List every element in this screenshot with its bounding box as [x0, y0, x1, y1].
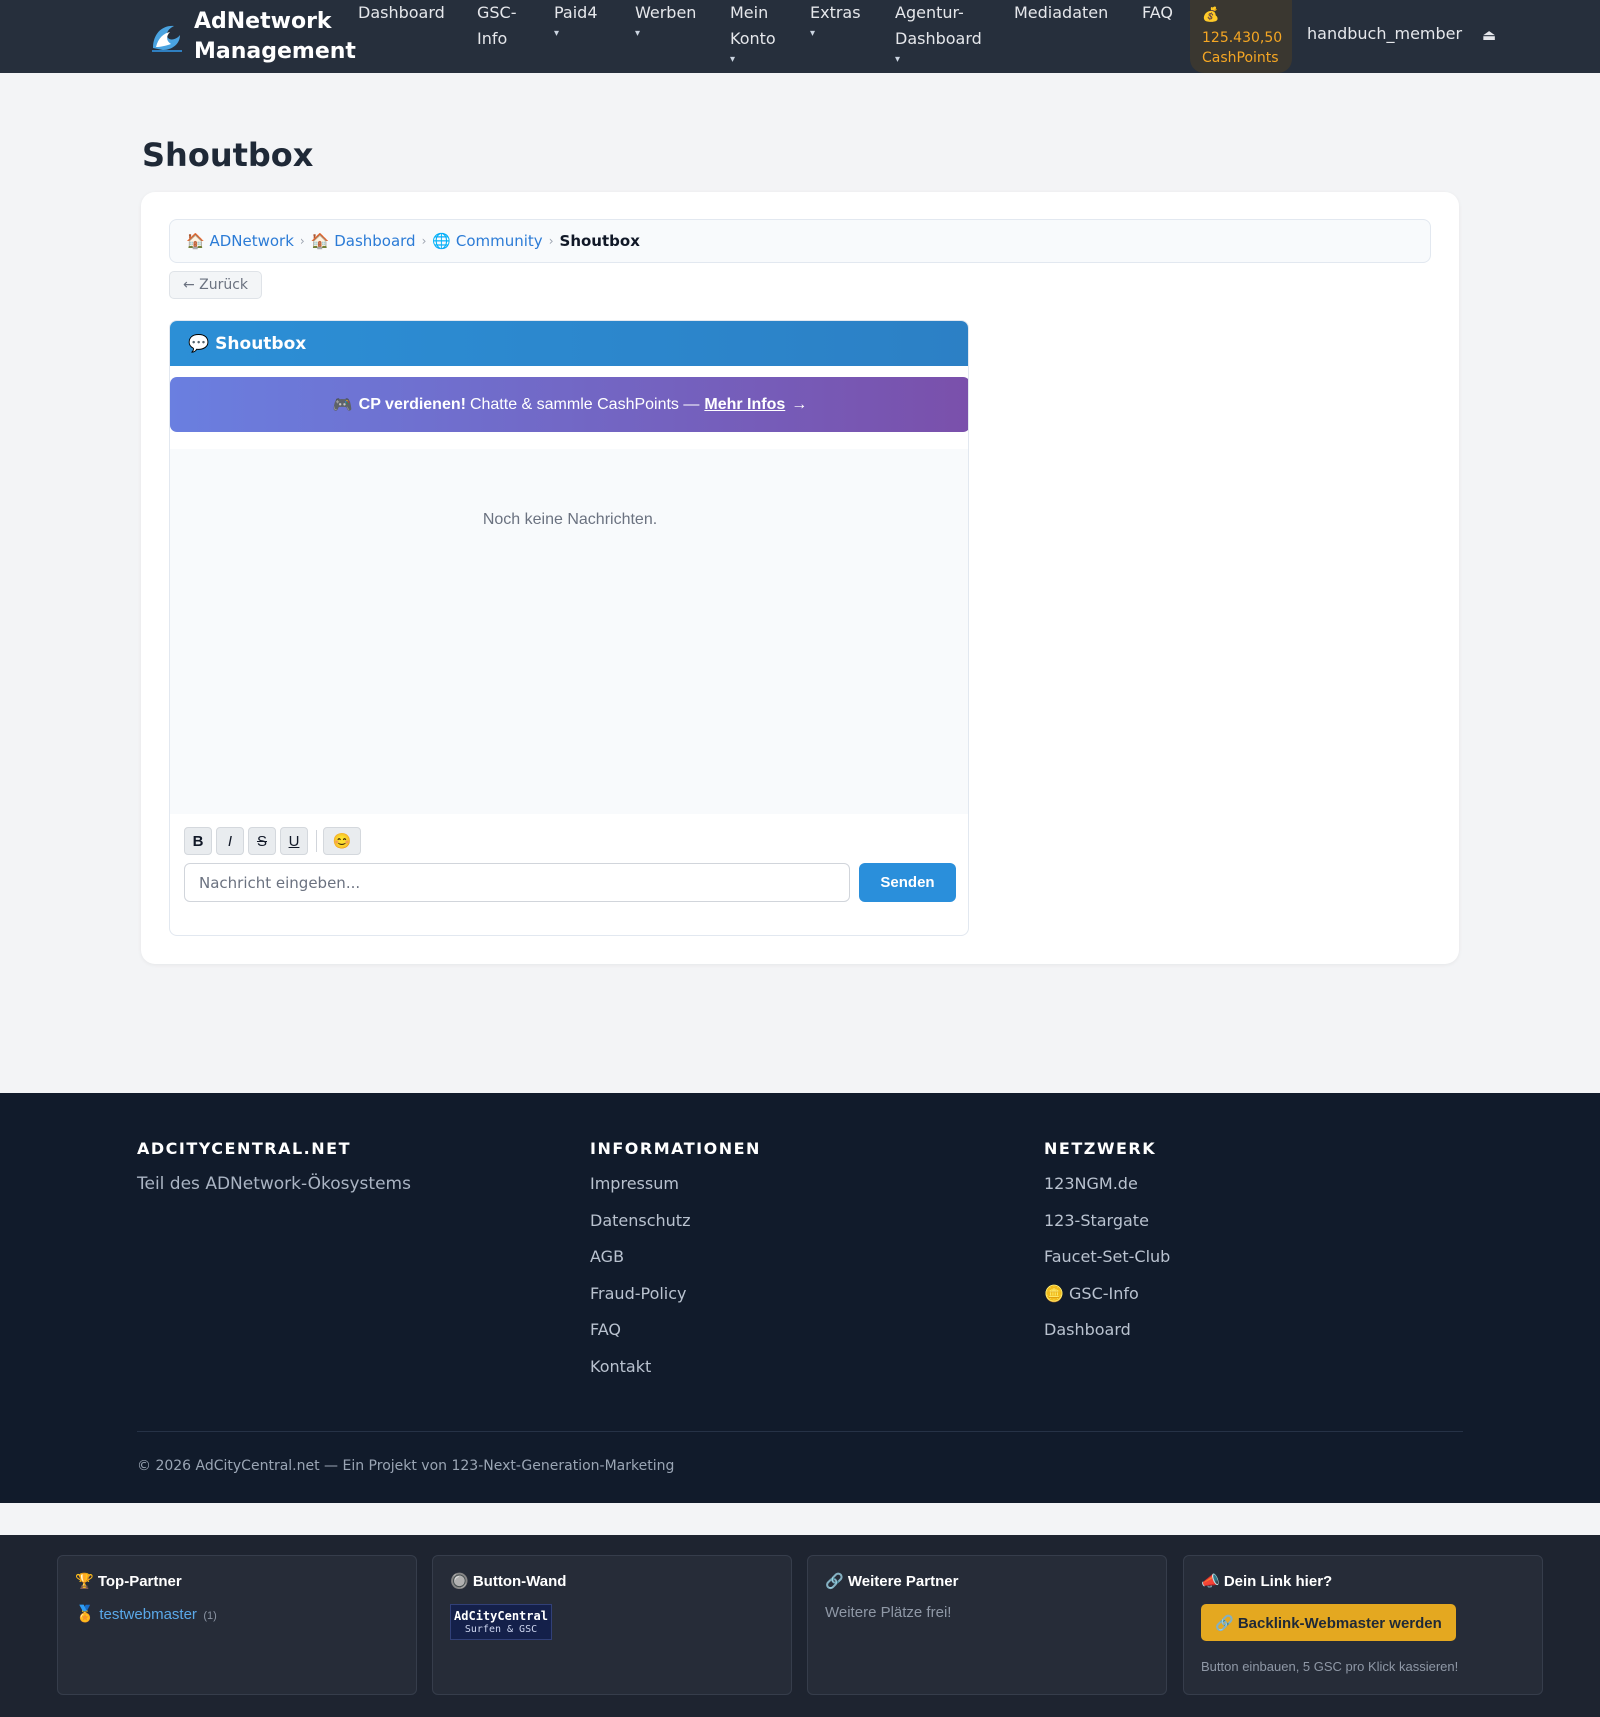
footer-link-impressum[interactable]: Impressum — [590, 1174, 761, 1194]
footer-link-fraud-policy[interactable]: Fraud-Policy — [590, 1284, 761, 1304]
nav-paid4[interactable]: Paid4 ▾ — [554, 0, 598, 42]
nav-werben[interactable]: Werben ▾ — [635, 0, 696, 42]
logout-icon[interactable]: ⏏ — [1482, 26, 1496, 44]
shoutbox-title: Shoutbox — [215, 333, 307, 354]
button-wall-title: 🔘 Button-Wand — [450, 1573, 567, 1590]
toolbar-divider — [316, 830, 317, 852]
strikethrough-button[interactable]: S — [248, 827, 276, 855]
footer-tagline: Teil des ADNetwork-Ökosystems — [137, 1174, 411, 1194]
breadcrumb-separator: › — [421, 234, 427, 248]
copyright: © 2026 AdCityCentral.net — Ein Projekt v… — [137, 1458, 675, 1474]
medal-icon: 🏅 — [75, 1606, 95, 1623]
empty-message: Noch keine Nachrichten. — [482, 511, 658, 528]
nav-mediadaten[interactable]: Mediadaten — [1014, 0, 1108, 26]
italic-button[interactable]: I — [216, 827, 244, 855]
game-controller-icon: 🎮 — [332, 396, 353, 414]
backlink-webmaster-button[interactable]: 🔗 Backlink-Webmaster werden — [1201, 1604, 1456, 1641]
footer-col-info: INFORMATIONEN Impressum Datenschutz AGB … — [590, 1139, 761, 1393]
chevron-down-icon: ▾ — [635, 28, 641, 39]
breadcrumb-adnetwork[interactable]: 🏠 ADNetwork — [186, 232, 294, 250]
footer: ADCITYCENTRAL.NET Teil des ADNetwork-Öko… — [0, 1093, 1600, 1503]
nav-gsc-info[interactable]: GSC-Info — [477, 0, 527, 52]
footer-heading: NETZWERK — [1044, 1139, 1157, 1158]
partner-click-count: (1) — [203, 1610, 217, 1622]
footer-link-agb[interactable]: AGB — [590, 1247, 761, 1267]
footer-link-123-stargate[interactable]: 123-Stargate — [1044, 1211, 1170, 1231]
footer-link-kontakt[interactable]: Kontakt — [590, 1357, 761, 1377]
chevron-down-icon: ▾ — [730, 54, 736, 65]
adcitycentral-banner-button[interactable]: AdCityCentral Surfen & GSC — [450, 1604, 552, 1640]
speech-bubble-icon: 💬 — [188, 333, 210, 354]
your-link-note: Button einbauen, 5 GSC pro Klick kassier… — [1201, 1659, 1459, 1674]
chevron-down-icon: ▾ — [554, 28, 560, 39]
nav-agentur-dashboard[interactable]: Agentur-Dashboard ▾ — [895, 0, 985, 68]
underline-button[interactable]: U — [280, 827, 308, 855]
more-partners-box: 🔗 Weitere Partner Weitere Plätze frei! — [807, 1555, 1167, 1695]
footer-link-dashboard[interactable]: Dashboard — [1044, 1320, 1170, 1340]
top-navbar: AdNetwork Management Dashboard GSC-Info … — [0, 0, 1600, 73]
nav-dashboard[interactable]: Dashboard — [358, 0, 445, 26]
footer-col-network: NETZWERK 123NGM.de 123-Stargate Faucet-S… — [1044, 1139, 1170, 1357]
footer-divider — [137, 1431, 1463, 1432]
your-link-title: 📣 Dein Link hier? — [1201, 1573, 1333, 1590]
shoutbox-panel: 💬 Shoutbox 🎮 CP verdienen! Chatte & samm… — [169, 320, 969, 936]
footer-link-datenschutz[interactable]: Datenschutz — [590, 1211, 761, 1231]
nav-extras[interactable]: Extras ▾ — [810, 0, 861, 42]
banner-bold-text: CP verdienen! — [358, 395, 466, 413]
brand-name: AdNetwork Management — [194, 9, 356, 64]
breadcrumb-current: Shoutbox — [559, 232, 640, 250]
globe-icon: 🌐 — [432, 232, 452, 250]
main-card: 🏠 ADNetwork › 🏠 Dashboard › 🌐 Community … — [141, 192, 1459, 964]
page-title: Shoutbox — [142, 136, 314, 174]
footer-heading: INFORMATIONEN — [590, 1139, 761, 1158]
cp-banner: 🎮 CP verdienen! Chatte & sammle CashPoin… — [170, 377, 968, 432]
chevron-down-icon: ▾ — [895, 54, 901, 65]
emoji-picker-button[interactable]: 😊 — [323, 827, 361, 855]
bold-button[interactable]: B — [184, 827, 212, 855]
more-partners-title: 🔗 Weitere Partner — [825, 1573, 959, 1590]
breadcrumb-dashboard[interactable]: 🏠 Dashboard — [311, 232, 416, 250]
nav-faq[interactable]: FAQ — [1142, 0, 1173, 26]
nav-mein-konto[interactable]: Mein Konto ▾ — [730, 0, 780, 68]
footer-link-faucet-set-club[interactable]: Faucet-Set-Club — [1044, 1247, 1170, 1267]
brand[interactable]: AdNetwork Management — [150, 7, 356, 67]
send-button[interactable]: Senden — [859, 863, 956, 902]
money-bag-icon: 💰 — [1202, 7, 1220, 23]
format-toolbar: B I S U 😊 — [184, 827, 365, 855]
username[interactable]: handbuch_member — [1307, 24, 1462, 43]
breadcrumb-separator: › — [548, 234, 554, 248]
message-list[interactable]: Noch keine Nachrichten. — [170, 449, 968, 814]
chevron-down-icon: ▾ — [810, 28, 816, 39]
more-partners-text: Weitere Plätze frei! — [825, 1604, 952, 1621]
footer-link-gsc-info[interactable]: 🪙 GSC-Info — [1044, 1284, 1170, 1304]
cashpoints-unit: CashPoints — [1202, 50, 1279, 66]
more-info-link[interactable]: Mehr Infos — [704, 396, 785, 414]
partner-link-testwebmaster[interactable]: testwebmaster — [99, 1606, 197, 1623]
shoutbox-header: 💬 Shoutbox — [170, 321, 968, 366]
arrow-right-icon: → — [791, 395, 808, 413]
back-button[interactable]: ← Zurück — [169, 271, 262, 299]
breadcrumb-community[interactable]: 🌐 Community — [432, 232, 542, 250]
footer-link-faq[interactable]: FAQ — [590, 1320, 761, 1340]
message-input[interactable] — [184, 863, 850, 902]
cashpoints-value: 125.430,50 — [1202, 30, 1283, 46]
top-partner-title: 🏆 Top-Partner — [75, 1573, 182, 1590]
wave-logo-icon — [152, 25, 182, 52]
breadcrumb: 🏠 ADNetwork › 🏠 Dashboard › 🌐 Community … — [169, 219, 1431, 263]
breadcrumb-separator: › — [299, 234, 305, 248]
banner-text: Chatte & sammle CashPoints — — [469, 395, 700, 413]
cashpoints-badge[interactable]: 💰 125.430,50 CashPoints — [1190, 0, 1292, 73]
footer-heading: ADCITYCENTRAL.NET — [137, 1139, 351, 1158]
button-wall-box: 🔘 Button-Wand AdCityCentral Surfen & GSC — [432, 1555, 792, 1695]
home-icon: 🏠 — [310, 232, 330, 250]
top-partner-box: 🏆 Top-Partner 🏅 testwebmaster (1) — [57, 1555, 417, 1695]
home-icon: 🏠 — [186, 232, 205, 250]
footer-col-brand: ADCITYCENTRAL.NET Teil des ADNetwork-Öko… — [137, 1139, 411, 1194]
your-link-box: 📣 Dein Link hier? 🔗 Backlink-Webmaster w… — [1183, 1555, 1543, 1695]
footer-link-123ngm[interactable]: 123NGM.de — [1044, 1174, 1170, 1194]
partner-strip: 🏆 Top-Partner 🏅 testwebmaster (1) 🔘 Butt… — [0, 1535, 1600, 1717]
